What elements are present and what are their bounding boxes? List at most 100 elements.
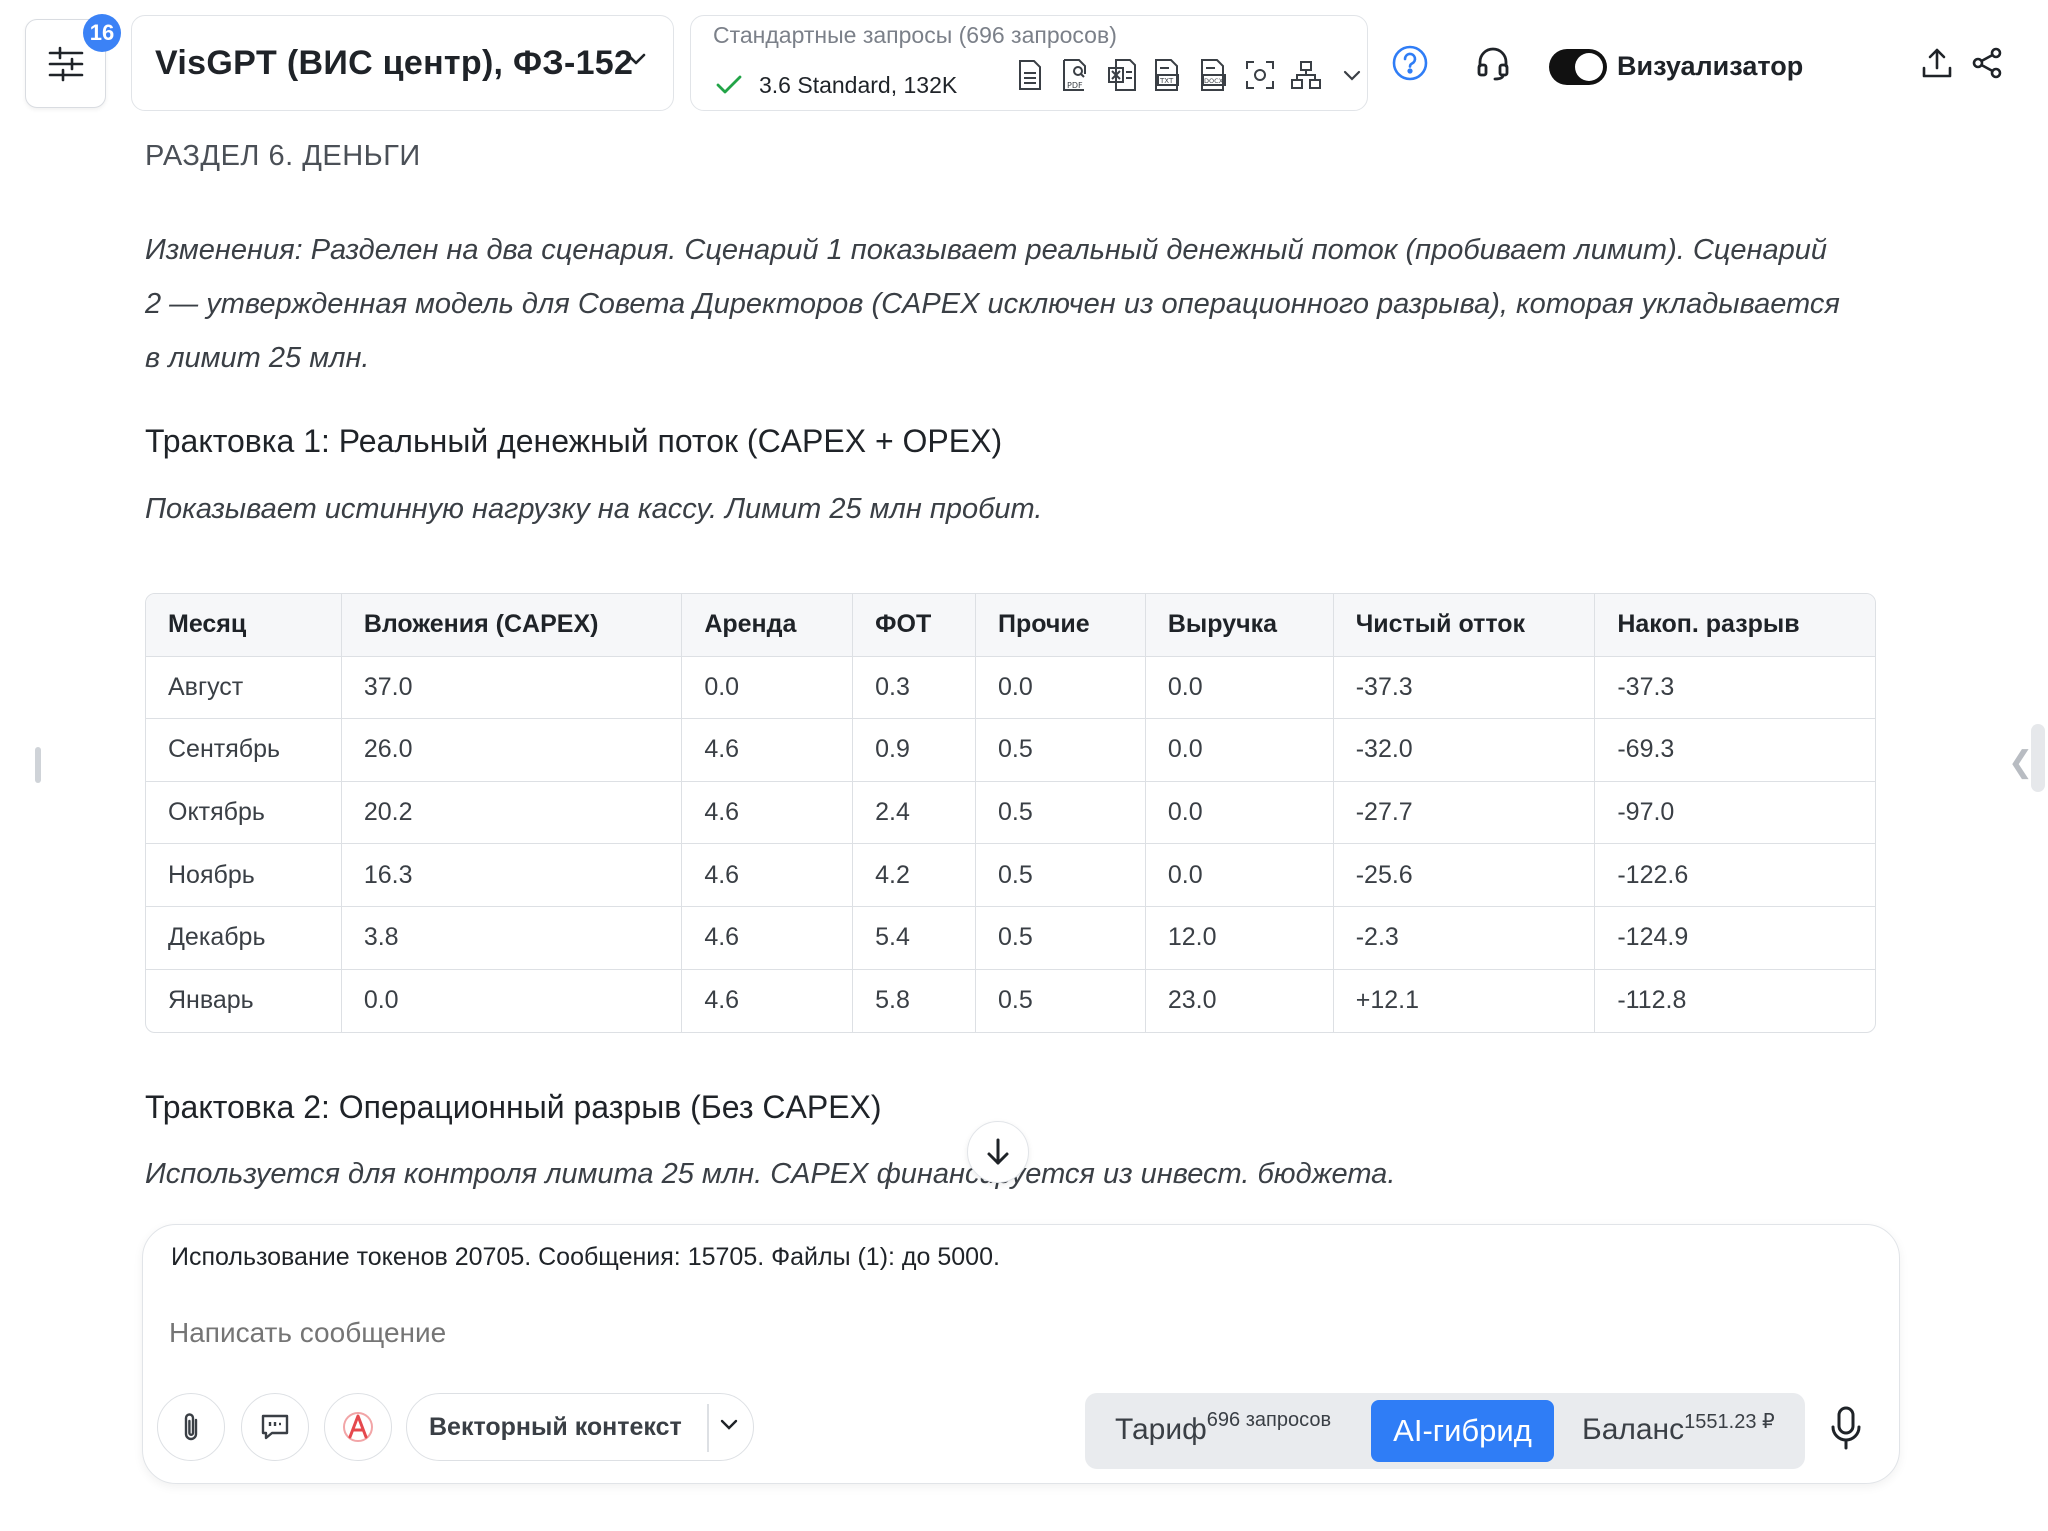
table-cell: Август xyxy=(146,656,342,720)
pdf-icon[interactable]: PDF xyxy=(1059,56,1093,94)
doc-icon[interactable] xyxy=(1013,56,1047,94)
plan-selector[interactable]: Стандартные запросы (696 запросов) 3.6 S… xyxy=(690,15,1368,111)
message-input[interactable] xyxy=(169,1317,1369,1349)
interpretation-2-title: Трактовка 2: Операционный разрыв (Без CA… xyxy=(145,1089,882,1125)
column-header: Накоп. разрыв xyxy=(1595,594,1875,657)
microphone-icon[interactable] xyxy=(1829,1405,1863,1451)
changes-line: в лимит 25 млн. xyxy=(145,342,370,374)
table-cell: 0.0 xyxy=(1145,719,1334,782)
table-row: Январь 0.0 4.6 5.8 0.5 23.0 +12.1 -112.8 xyxy=(146,969,1875,1033)
column-header: Прочие xyxy=(976,594,1146,657)
table-cell: 0.9 xyxy=(853,719,977,782)
changes-line: 2 — утвержденная модель для Совета Дирек… xyxy=(145,288,1840,320)
antiplagiat-button[interactable] xyxy=(324,1393,392,1461)
vector-context-label: Векторный контекст xyxy=(429,1412,682,1441)
section-title: РАЗДЕЛ 6. ДЕНЬГИ xyxy=(145,140,421,172)
chevron-down-icon xyxy=(626,53,646,65)
table-cell: 0.5 xyxy=(976,844,1146,907)
visualizer-toggle[interactable] xyxy=(1549,49,1607,85)
table-cell: 4.6 xyxy=(682,719,854,782)
table-cell: -69.3 xyxy=(1595,719,1875,782)
table-cell: 0.0 xyxy=(1145,656,1334,720)
table-cell: -124.9 xyxy=(1595,907,1875,970)
table-cell: 4.6 xyxy=(682,906,854,970)
svg-text:DOCX: DOCX xyxy=(1204,77,1224,85)
table-cell: 20.2 xyxy=(341,781,683,845)
upload-icon[interactable] xyxy=(1920,46,1954,80)
paperclip-icon xyxy=(184,1413,198,1441)
table-cell: -2.3 xyxy=(1333,906,1596,970)
notification-badge: 16 xyxy=(83,14,121,52)
table-cell: 26.0 xyxy=(341,719,683,782)
tarif-requests: 696 запросов xyxy=(1206,1409,1332,1431)
headset-icon[interactable] xyxy=(1474,44,1512,82)
table-cell: -122.6 xyxy=(1595,844,1875,907)
changes-line: Изменения: Разделен на два сценария. Сце… xyxy=(145,234,1827,266)
table-row: Ноябрь 16.3 4.6 4.2 0.5 0.0 -25.6 -122.6 xyxy=(146,844,1875,907)
table-cell: -37.3 xyxy=(1595,657,1875,720)
table-cell: Сентябрь xyxy=(146,719,342,782)
table-header-row: Месяц Вложения (CAPEX) Аренда ФОТ Прочие… xyxy=(146,594,1875,657)
message-composer: Использование токенов 20705. Сообщения: … xyxy=(142,1224,1900,1484)
table-row: Август 37.0 0.0 0.3 0.0 0.0 -37.3 -37.3 xyxy=(146,656,1875,720)
table-cell: +12.1 xyxy=(1334,969,1596,1033)
table-cell: -97.0 xyxy=(1595,782,1875,845)
cashflow-table: Месяц Вложения (CAPEX) Аренда ФОТ Прочие… xyxy=(145,593,1876,1034)
sliders-icon xyxy=(48,46,83,81)
visualizer-label: Визуализатор xyxy=(1617,51,1804,81)
plan-model: 3.6 Standard, 132K xyxy=(759,72,958,98)
table-cell: 4.6 xyxy=(682,969,854,1033)
table-cell: Декабрь xyxy=(146,906,342,970)
column-header: Вложения (CAPEX) xyxy=(341,594,683,657)
svg-text:PDF: PDF xyxy=(1067,81,1083,90)
scan-icon[interactable] xyxy=(1243,56,1277,94)
letter-a-icon xyxy=(343,1412,373,1442)
mode-balance[interactable]: Баланс1551.23 ₽ xyxy=(1582,1411,1775,1447)
table-row: Октябрь 20.2 4.6 2.4 0.5 0.0 -27.7 -97.0 xyxy=(146,781,1875,845)
mode-ai-hybrid[interactable]: AI-гибрид xyxy=(1371,1400,1554,1462)
top-bar: 16 VisGPT (ВИС центр), ФЗ-152 Стандартны… xyxy=(0,0,2048,118)
table-cell: 0.3 xyxy=(853,656,977,720)
table-cell: 12.0 xyxy=(1145,906,1334,970)
scroll-down-button[interactable] xyxy=(967,1121,1029,1183)
share-icon[interactable] xyxy=(1970,46,2004,80)
interpretation-1-subtitle: Показывает истинную нагрузку на кассу. Л… xyxy=(145,493,1043,525)
table-cell: -25.6 xyxy=(1333,844,1596,907)
changes-note: Изменения: Разделен на два сценария. Сце… xyxy=(145,223,1885,385)
balance-amount: 1551.23 ₽ xyxy=(1684,1411,1775,1433)
table-cell: 2.4 xyxy=(853,781,977,845)
txt-icon[interactable]: TXT xyxy=(1151,56,1185,94)
token-usage-text: Использование токенов 20705. Сообщения: … xyxy=(171,1243,1000,1271)
interpretation-1-title: Трактовка 1: Реальный денежный поток (CA… xyxy=(145,423,1003,459)
left-panel-handle[interactable] xyxy=(35,747,41,783)
mode-tarif[interactable]: Тариф696 запросов xyxy=(1115,1409,1331,1447)
divider xyxy=(707,1404,709,1452)
table-cell: Ноябрь xyxy=(146,844,342,907)
balance-label: Баланс xyxy=(1582,1413,1685,1446)
chevron-left-icon[interactable]: ❮ xyxy=(2008,745,2033,780)
tarif-label: Тариф xyxy=(1115,1413,1207,1446)
svg-text:TXT: TXT xyxy=(1159,77,1174,85)
column-header: Месяц xyxy=(146,594,342,657)
vector-context-select[interactable]: Векторный контекст xyxy=(406,1393,754,1461)
table-cell: 0.0 xyxy=(682,656,854,720)
plan-title: Стандартные запросы (696 запросов) xyxy=(713,22,1117,48)
hierarchy-icon[interactable] xyxy=(1289,56,1323,94)
table-cell: 0.0 xyxy=(976,656,1146,720)
table-cell: -37.3 xyxy=(1333,656,1596,720)
table-cell: -32.0 xyxy=(1333,719,1596,782)
prompts-button[interactable] xyxy=(241,1393,309,1461)
column-header: ФОТ xyxy=(853,594,977,657)
model-selector[interactable]: VisGPT (ВИС центр), ФЗ-152 xyxy=(131,15,674,111)
table-cell: Январь xyxy=(146,969,342,1033)
help-icon[interactable] xyxy=(1391,44,1429,82)
attach-button[interactable] xyxy=(157,1393,225,1461)
file-type-icons: PDF TXT DOCX xyxy=(1013,56,1369,94)
chevron-down-icon[interactable] xyxy=(719,1418,739,1430)
docx-icon[interactable]: DOCX xyxy=(1197,56,1231,94)
xls-icon[interactable] xyxy=(1105,56,1139,94)
chevron-down-icon[interactable] xyxy=(1335,56,1369,94)
table-cell: 0.0 xyxy=(342,969,683,1033)
arrow-down-icon xyxy=(987,1138,1009,1165)
column-header: Аренда xyxy=(682,594,854,657)
